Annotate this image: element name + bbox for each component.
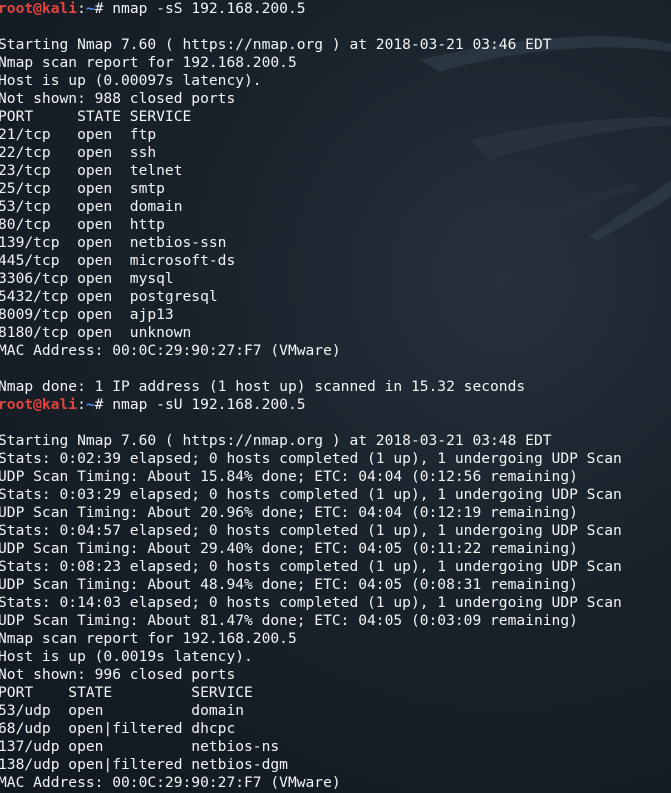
scan-report-line: Nmap scan report for 192.168.200.5	[0, 54, 297, 71]
host-up-line: Host is up (0.0019s latency).	[0, 648, 253, 665]
shell-command: nmap -sS 192.168.200.5	[112, 0, 306, 17]
scan-progress-line: UDP Scan Timing: About 81.47% done; ETC:…	[0, 612, 578, 629]
prompt-user: root@kali	[0, 396, 78, 413]
scan-progress-line: UDP Scan Timing: About 20.96% done; ETC:…	[0, 504, 578, 521]
prompt-user: root@kali	[0, 0, 78, 17]
scan-start-line: Starting Nmap 7.60 ( https://nmap.org ) …	[0, 36, 552, 53]
not-shown-line: Not shown: 988 closed ports	[0, 90, 236, 107]
prompt-symbol: #	[94, 0, 113, 17]
port-table-header: PORT STATE SERVICE	[0, 108, 192, 125]
scan-done-line: Nmap done: 1 IP address (1 host up) scan…	[0, 378, 526, 395]
port-row: 137/udp open netbios-ns	[0, 738, 280, 755]
prompt-cwd: ~	[85, 396, 95, 413]
scan-progress-line: UDP Scan Timing: About 48.94% done; ETC:…	[0, 576, 578, 593]
port-row: 23/tcp open telnet	[0, 162, 183, 179]
port-row: 68/udp open|filtered dhcpc	[0, 720, 236, 737]
not-shown-line: Not shown: 996 closed ports	[0, 666, 236, 683]
scan-progress-line: Stats: 0:14:03 elapsed; 0 hosts complete…	[0, 594, 622, 611]
port-row: 22/tcp open ssh	[0, 144, 157, 161]
scan-progress-line: UDP Scan Timing: About 29.40% done; ETC:…	[0, 540, 578, 557]
mac-address-line: MAC Address: 00:0C:29:90:27:F7 (VMware)	[0, 342, 341, 359]
port-table-header: PORT STATE SERVICE	[0, 684, 253, 701]
port-row: 445/tcp open microsoft-ds	[0, 252, 236, 269]
port-row: 53/udp open domain	[0, 702, 245, 719]
terminal-output: root@kali:~# nmap -sS 192.168.200.5 Start…	[0, 0, 671, 792]
scan-report-line: Nmap scan report for 192.168.200.5	[0, 630, 297, 647]
scan-progress-line: UDP Scan Timing: About 15.84% done; ETC:…	[0, 468, 578, 485]
port-row: 8180/tcp open unknown	[0, 324, 192, 341]
host-up-line: Host is up (0.00097s latency).	[0, 72, 262, 89]
scan-progress-line: Stats: 0:08:23 elapsed; 0 hosts complete…	[0, 558, 622, 575]
scan-progress-line: Stats: 0:02:39 elapsed; 0 hosts complete…	[0, 450, 622, 467]
scan-start-line: Starting Nmap 7.60 ( https://nmap.org ) …	[0, 432, 552, 449]
shell-prompt-line: root@kali:~# nmap -sS 192.168.200.5	[0, 0, 671, 18]
prompt-separator: :	[77, 0, 86, 17]
port-row: 138/udp open|filtered netbios-dgm	[0, 756, 288, 773]
port-row: 139/tcp open netbios-ssn	[0, 234, 227, 251]
port-row: 25/tcp open smtp	[0, 180, 165, 197]
port-row: 3306/tcp open mysql	[0, 270, 174, 287]
prompt-separator: :	[77, 396, 86, 413]
port-row: 5432/tcp open postgresql	[0, 288, 218, 305]
shell-prompt-line: root@kali:~# nmap -sU 192.168.200.5	[0, 396, 671, 414]
prompt-symbol: #	[94, 396, 113, 413]
scan-progress-line: Stats: 0:03:29 elapsed; 0 hosts complete…	[0, 486, 622, 503]
scan-progress-line: Stats: 0:04:57 elapsed; 0 hosts complete…	[0, 522, 622, 539]
port-row: 8009/tcp open ajp13	[0, 306, 174, 323]
prompt-cwd: ~	[85, 0, 95, 17]
mac-address-line: MAC Address: 00:0C:29:90:27:F7 (VMware)	[0, 774, 341, 791]
terminal-window[interactable]: root@kali:~# nmap -sS 192.168.200.5 Start…	[0, 0, 671, 793]
port-row: 80/tcp open http	[0, 216, 165, 233]
port-row: 53/tcp open domain	[0, 198, 183, 215]
port-row: 21/tcp open ftp	[0, 126, 157, 143]
shell-command: nmap -sU 192.168.200.5	[112, 396, 306, 413]
